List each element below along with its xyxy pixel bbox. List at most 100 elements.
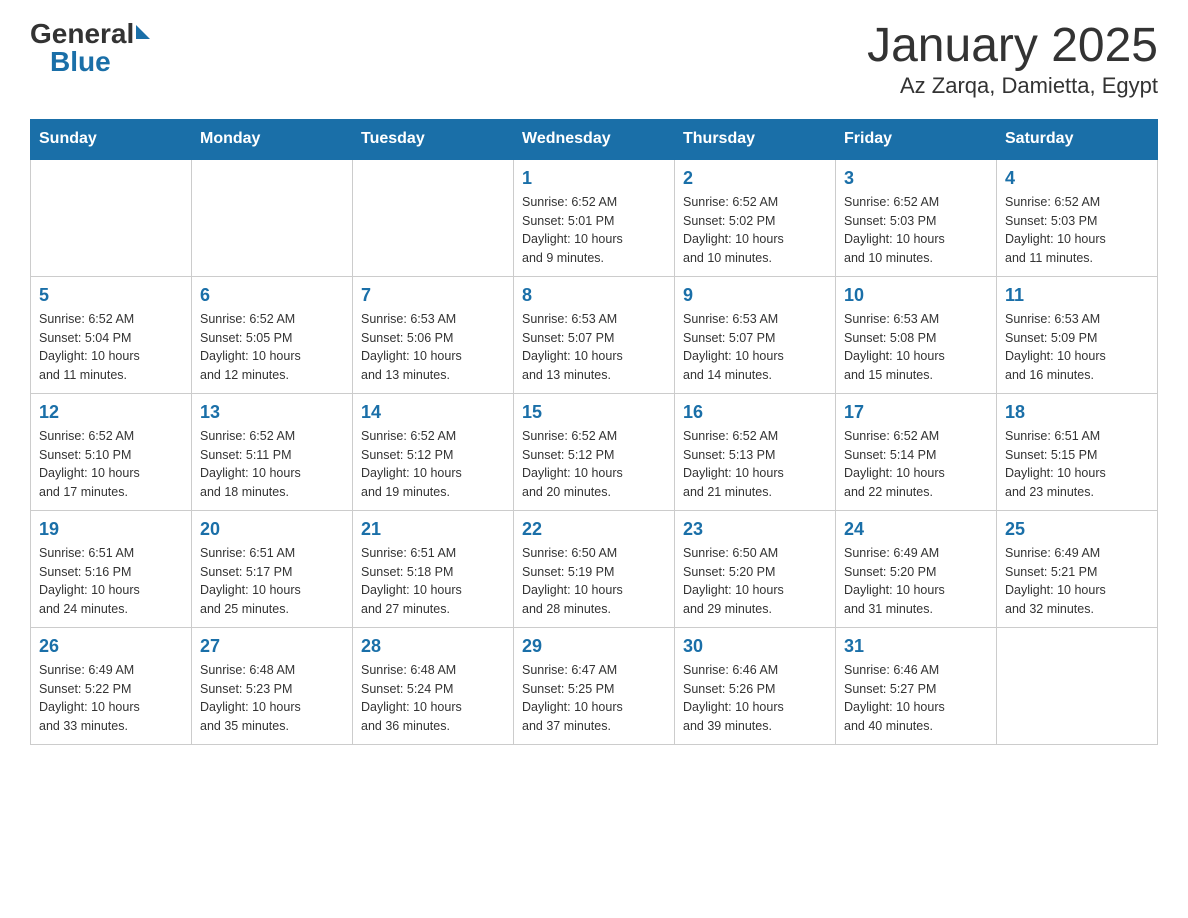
calendar-cell-4-4: 22 Sunrise: 6:50 AMSunset: 5:19 PMDayligh…: [514, 510, 675, 627]
day-info: Sunrise: 6:53 AMSunset: 5:09 PMDaylight:…: [1005, 310, 1149, 385]
calendar-cell-2-3: 7 Sunrise: 6:53 AMSunset: 5:06 PMDaylight…: [353, 276, 514, 393]
day-number: 2: [683, 168, 827, 189]
day-info: Sunrise: 6:53 AMSunset: 5:06 PMDaylight:…: [361, 310, 505, 385]
page-header: General Blue January 2025 Az Zarqa, Dami…: [30, 20, 1158, 99]
calendar-cell-4-2: 20 Sunrise: 6:51 AMSunset: 5:17 PMDayligh…: [192, 510, 353, 627]
day-info: Sunrise: 6:50 AMSunset: 5:20 PMDaylight:…: [683, 544, 827, 619]
day-info: Sunrise: 6:52 AMSunset: 5:11 PMDaylight:…: [200, 427, 344, 502]
calendar-cell-2-5: 9Sunrise: 6:53 AMSunset: 5:07 PMDaylight…: [675, 276, 836, 393]
day-info: Sunrise: 6:51 AMSunset: 5:15 PMDaylight:…: [1005, 427, 1149, 502]
weekday-header-wednesday: Wednesday: [514, 119, 675, 159]
day-number: 23: [683, 519, 827, 540]
day-info: Sunrise: 6:47 AMSunset: 5:25 PMDaylight:…: [522, 661, 666, 736]
day-number: 13: [200, 402, 344, 423]
day-info: Sunrise: 6:52 AMSunset: 5:14 PMDaylight:…: [844, 427, 988, 502]
day-number: 29: [522, 636, 666, 657]
day-info: Sunrise: 6:49 AMSunset: 5:21 PMDaylight:…: [1005, 544, 1149, 619]
logo-general-text: General: [30, 20, 134, 48]
day-number: 25: [1005, 519, 1149, 540]
calendar-week-4: 19Sunrise: 6:51 AMSunset: 5:16 PMDayligh…: [31, 510, 1158, 627]
day-info: Sunrise: 6:48 AMSunset: 5:23 PMDaylight:…: [200, 661, 344, 736]
day-number: 7: [361, 285, 505, 306]
title-section: January 2025 Az Zarqa, Damietta, Egypt: [867, 20, 1158, 99]
calendar-cell-4-3: 21 Sunrise: 6:51 AMSunset: 5:18 PMDayligh…: [353, 510, 514, 627]
day-number: 14: [361, 402, 505, 423]
day-number: 12: [39, 402, 183, 423]
weekday-header-saturday: Saturday: [997, 119, 1158, 159]
weekday-header-thursday: Thursday: [675, 119, 836, 159]
day-info: Sunrise: 6:52 AMSunset: 5:12 PMDaylight:…: [361, 427, 505, 502]
day-number: 8: [522, 285, 666, 306]
day-info: Sunrise: 6:48 AMSunset: 5:24 PMDaylight:…: [361, 661, 505, 736]
day-number: 27: [200, 636, 344, 657]
calendar-cell-4-5: 23 Sunrise: 6:50 AMSunset: 5:20 PMDayligh…: [675, 510, 836, 627]
calendar-cell-1-7: 4 Sunrise: 6:52 AMSunset: 5:03 PMDaylight…: [997, 159, 1158, 277]
day-info: Sunrise: 6:49 AMSunset: 5:20 PMDaylight:…: [844, 544, 988, 619]
day-info: Sunrise: 6:53 AMSunset: 5:08 PMDaylight:…: [844, 310, 988, 385]
day-number: 11: [1005, 285, 1149, 306]
calendar-week-3: 12 Sunrise: 6:52 AMSunset: 5:10 PMDayligh…: [31, 393, 1158, 510]
calendar-cell-5-5: 30 Sunrise: 6:46 AMSunset: 5:26 PMDayligh…: [675, 627, 836, 744]
day-number: 4: [1005, 168, 1149, 189]
day-info: Sunrise: 6:51 AMSunset: 5:17 PMDaylight:…: [200, 544, 344, 619]
day-number: 26: [39, 636, 183, 657]
weekday-header-row: SundayMondayTuesdayWednesdayThursdayFrid…: [31, 119, 1158, 159]
calendar-cell-3-7: 18 Sunrise: 6:51 AMSunset: 5:15 PMDayligh…: [997, 393, 1158, 510]
calendar-cell-2-4: 8 Sunrise: 6:53 AMSunset: 5:07 PMDaylight…: [514, 276, 675, 393]
day-number: 22: [522, 519, 666, 540]
calendar-cell-5-3: 28Sunrise: 6:48 AMSunset: 5:24 PMDayligh…: [353, 627, 514, 744]
day-number: 10: [844, 285, 988, 306]
day-number: 21: [361, 519, 505, 540]
calendar-cell-5-7: [997, 627, 1158, 744]
calendar-cell-4-6: 24Sunrise: 6:49 AMSunset: 5:20 PMDayligh…: [836, 510, 997, 627]
day-info: Sunrise: 6:52 AMSunset: 5:01 PMDaylight:…: [522, 193, 666, 268]
day-number: 18: [1005, 402, 1149, 423]
calendar-cell-3-6: 17 Sunrise: 6:52 AMSunset: 5:14 PMDayligh…: [836, 393, 997, 510]
day-number: 20: [200, 519, 344, 540]
calendar-week-1: 1Sunrise: 6:52 AMSunset: 5:01 PMDaylight…: [31, 159, 1158, 277]
day-number: 6: [200, 285, 344, 306]
day-info: Sunrise: 6:46 AMSunset: 5:27 PMDaylight:…: [844, 661, 988, 736]
day-info: Sunrise: 6:52 AMSunset: 5:03 PMDaylight:…: [1005, 193, 1149, 268]
day-info: Sunrise: 6:52 AMSunset: 5:12 PMDaylight:…: [522, 427, 666, 502]
day-number: 9: [683, 285, 827, 306]
calendar-subtitle: Az Zarqa, Damietta, Egypt: [867, 73, 1158, 99]
day-number: 17: [844, 402, 988, 423]
day-info: Sunrise: 6:51 AMSunset: 5:18 PMDaylight:…: [361, 544, 505, 619]
day-info: Sunrise: 6:50 AMSunset: 5:19 PMDaylight:…: [522, 544, 666, 619]
day-info: Sunrise: 6:52 AMSunset: 5:02 PMDaylight:…: [683, 193, 827, 268]
day-number: 19: [39, 519, 183, 540]
day-number: 31: [844, 636, 988, 657]
calendar-cell-3-3: 14 Sunrise: 6:52 AMSunset: 5:12 PMDayligh…: [353, 393, 514, 510]
weekday-header-monday: Monday: [192, 119, 353, 159]
logo-blue-text: Blue: [50, 48, 111, 76]
day-info: Sunrise: 6:52 AMSunset: 5:04 PMDaylight:…: [39, 310, 183, 385]
weekday-header-friday: Friday: [836, 119, 997, 159]
calendar-week-2: 5 Sunrise: 6:52 AMSunset: 5:04 PMDaylight…: [31, 276, 1158, 393]
day-number: 16: [683, 402, 827, 423]
day-info: Sunrise: 6:53 AMSunset: 5:07 PMDaylight:…: [522, 310, 666, 385]
day-number: 5: [39, 285, 183, 306]
day-info: Sunrise: 6:52 AMSunset: 5:10 PMDaylight:…: [39, 427, 183, 502]
calendar-cell-1-6: 3Sunrise: 6:52 AMSunset: 5:03 PMDaylight…: [836, 159, 997, 277]
logo: General Blue: [30, 20, 150, 76]
day-number: 30: [683, 636, 827, 657]
calendar-cell-2-1: 5 Sunrise: 6:52 AMSunset: 5:04 PMDaylight…: [31, 276, 192, 393]
calendar-cell-5-1: 26 Sunrise: 6:49 AMSunset: 5:22 PMDayligh…: [31, 627, 192, 744]
calendar-cell-1-2: [192, 159, 353, 277]
day-info: Sunrise: 6:49 AMSunset: 5:22 PMDaylight:…: [39, 661, 183, 736]
calendar-cell-3-2: 13 Sunrise: 6:52 AMSunset: 5:11 PMDayligh…: [192, 393, 353, 510]
calendar-cell-4-7: 25 Sunrise: 6:49 AMSunset: 5:21 PMDayligh…: [997, 510, 1158, 627]
calendar-cell-2-6: 10 Sunrise: 6:53 AMSunset: 5:08 PMDayligh…: [836, 276, 997, 393]
calendar-cell-1-4: 1Sunrise: 6:52 AMSunset: 5:01 PMDaylight…: [514, 159, 675, 277]
calendar-title: January 2025: [867, 20, 1158, 73]
calendar-cell-5-2: 27 Sunrise: 6:48 AMSunset: 5:23 PMDayligh…: [192, 627, 353, 744]
weekday-header-tuesday: Tuesday: [353, 119, 514, 159]
day-number: 3: [844, 168, 988, 189]
calendar-cell-5-4: 29 Sunrise: 6:47 AMSunset: 5:25 PMDayligh…: [514, 627, 675, 744]
calendar-cell-4-1: 19Sunrise: 6:51 AMSunset: 5:16 PMDayligh…: [31, 510, 192, 627]
calendar-cell-3-4: 15 Sunrise: 6:52 AMSunset: 5:12 PMDayligh…: [514, 393, 675, 510]
calendar-cell-3-1: 12 Sunrise: 6:52 AMSunset: 5:10 PMDayligh…: [31, 393, 192, 510]
day-number: 15: [522, 402, 666, 423]
day-info: Sunrise: 6:46 AMSunset: 5:26 PMDaylight:…: [683, 661, 827, 736]
